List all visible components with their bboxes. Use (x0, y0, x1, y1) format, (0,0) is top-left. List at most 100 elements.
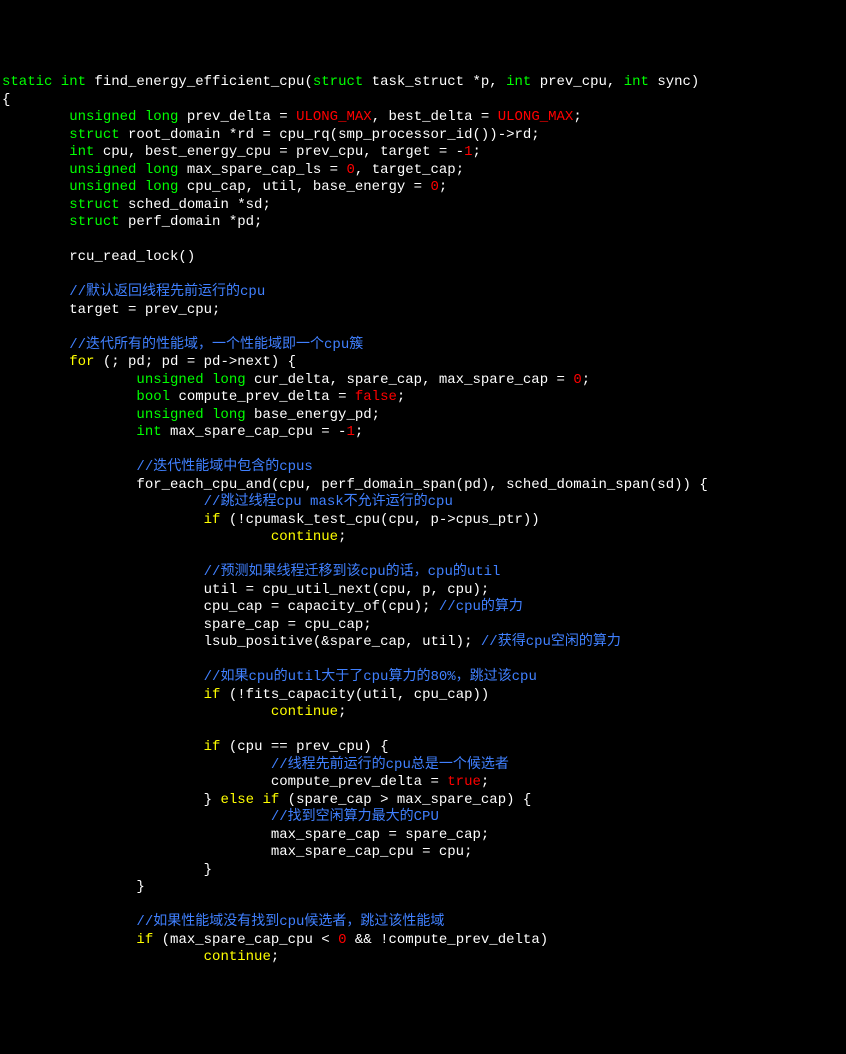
code-token: ; (473, 144, 481, 160)
code-token: true (447, 774, 481, 790)
code-line: //如果性能域没有找到cpu候选者，跳过该性能域 (2, 914, 844, 932)
code-token (2, 144, 69, 160)
code-token: (spare_cap > max_spare_cap) { (288, 792, 532, 808)
code-token: if (204, 512, 229, 528)
code-line: //线程先前运行的cpu总是一个候选者 (2, 757, 844, 775)
code-token: 1 (346, 424, 354, 440)
code-line: unsigned long max_spare_cap_ls = 0, targ… (2, 162, 844, 180)
code-token (2, 879, 136, 895)
code-line: unsigned long base_energy_pd; (2, 407, 844, 425)
code-token (2, 337, 69, 353)
code-token: ULONG_MAX (498, 109, 574, 125)
code-token: 0 (346, 162, 354, 178)
code-token (2, 704, 271, 720)
code-line: //预测如果线程迁移到该cpu的话，cpu的util (2, 564, 844, 582)
code-token (2, 494, 204, 510)
code-token: 0 (573, 372, 581, 388)
code-token: for_each_cpu_and(cpu, perf_domain_span(p… (136, 477, 707, 493)
code-token: max_spare_cap_cpu = - (170, 424, 346, 440)
code-token: { (2, 92, 10, 108)
code-token (2, 424, 136, 440)
code-token (2, 162, 69, 178)
code-line: //找到空闲算力最大的CPU (2, 809, 844, 827)
code-line: struct sched_domain *sd; (2, 197, 844, 215)
code-token (2, 722, 10, 738)
code-token: //如果性能域没有找到cpu候选者，跳过该性能域 (136, 914, 444, 930)
code-token: unsigned long (136, 407, 254, 423)
code-token (2, 372, 136, 388)
code-token: cpu_cap, util, base_energy = (187, 179, 431, 195)
code-line: if (!cpumask_test_cpu(cpu, p->cpus_ptr)) (2, 512, 844, 530)
code-token (2, 617, 204, 633)
code-token: (max_spare_cap_cpu < (162, 932, 338, 948)
code-token (2, 319, 10, 335)
code-token: compute_prev_delta = (271, 774, 447, 790)
code-token: spare_cap = cpu_cap; (204, 617, 372, 633)
code-token: //预测如果线程迁移到该cpu的话，cpu的util (204, 564, 501, 580)
code-token (2, 302, 69, 318)
code-line: cpu_cap = capacity_of(cpu); //cpu的算力 (2, 599, 844, 617)
code-line: lsub_positive(&spare_cap, util); //获得cpu… (2, 634, 844, 652)
code-token (2, 407, 136, 423)
code-line: //如果cpu的util大于了cpu算力的80%，跳过该cpu (2, 669, 844, 687)
code-line: for (; pd; pd = pd->next) { (2, 354, 844, 372)
code-line: unsigned long cur_delta, spare_cap, max_… (2, 372, 844, 390)
code-token: continue (271, 704, 338, 720)
code-token: 1 (464, 144, 472, 160)
code-token: max_spare_cap_cpu = cpu; (271, 844, 473, 860)
code-token (2, 179, 69, 195)
code-line: //跳过线程cpu mask不允许运行的cpu (2, 494, 844, 512)
code-token (2, 214, 69, 230)
code-token (2, 442, 10, 458)
code-token: continue (271, 529, 338, 545)
code-token: ; (338, 529, 346, 545)
code-token: for (69, 354, 103, 370)
code-line (2, 442, 844, 460)
code-token: , target_cap; (355, 162, 464, 178)
code-line (2, 232, 844, 250)
code-token: ; (481, 774, 489, 790)
code-token: //获得cpu空闲的算力 (481, 634, 621, 650)
code-token (2, 582, 204, 598)
code-line (2, 897, 844, 915)
code-token: bool (136, 389, 178, 405)
code-token (2, 232, 10, 248)
code-token: ; (582, 372, 590, 388)
code-token (2, 739, 204, 755)
code-token: if (136, 932, 161, 948)
code-token: root_domain *rd = cpu_rq(smp_processor_i… (128, 127, 540, 143)
code-token: //迭代所有的性能域，一个性能域即一个cpu簇 (69, 337, 363, 353)
code-line: int max_spare_cap_cpu = -1; (2, 424, 844, 442)
code-token: (!fits_capacity(util, cpu_cap)) (229, 687, 489, 703)
code-line: continue; (2, 704, 844, 722)
code-token (2, 792, 204, 808)
code-token: , best_delta = (372, 109, 498, 125)
code-token: lsub_positive(&spare_cap, util); (204, 634, 481, 650)
code-token: continue (204, 949, 271, 965)
code-line: unsigned long cpu_cap, util, base_energy… (2, 179, 844, 197)
code-token: unsigned long (69, 109, 187, 125)
code-token (2, 687, 204, 703)
code-line: struct root_domain *rd = cpu_rq(smp_proc… (2, 127, 844, 145)
code-token (2, 862, 204, 878)
code-token: //cpu的算力 (439, 599, 523, 615)
code-line: { (2, 92, 844, 110)
code-line: //迭代所有的性能域，一个性能域即一个cpu簇 (2, 337, 844, 355)
code-token: (cpu == prev_cpu) { (229, 739, 389, 755)
code-line: max_spare_cap_cpu = cpu; (2, 844, 844, 862)
code-line: target = prev_cpu; (2, 302, 844, 320)
code-token (2, 774, 271, 790)
code-line: //默认返回线程先前运行的cpu (2, 284, 844, 302)
code-token: unsigned long (69, 162, 187, 178)
code-token: compute_prev_delta = (178, 389, 354, 405)
code-token: base_energy_pd; (254, 407, 380, 423)
code-token: ; (397, 389, 405, 405)
code-token: struct (69, 127, 128, 143)
code-line: compute_prev_delta = true; (2, 774, 844, 792)
code-token: struct (69, 214, 128, 230)
code-line: int cpu, best_energy_cpu = prev_cpu, tar… (2, 144, 844, 162)
code-line (2, 319, 844, 337)
code-token: //找到空闲算力最大的CPU (271, 809, 439, 825)
code-token (2, 109, 69, 125)
code-token: && !compute_prev_delta) (346, 932, 548, 948)
